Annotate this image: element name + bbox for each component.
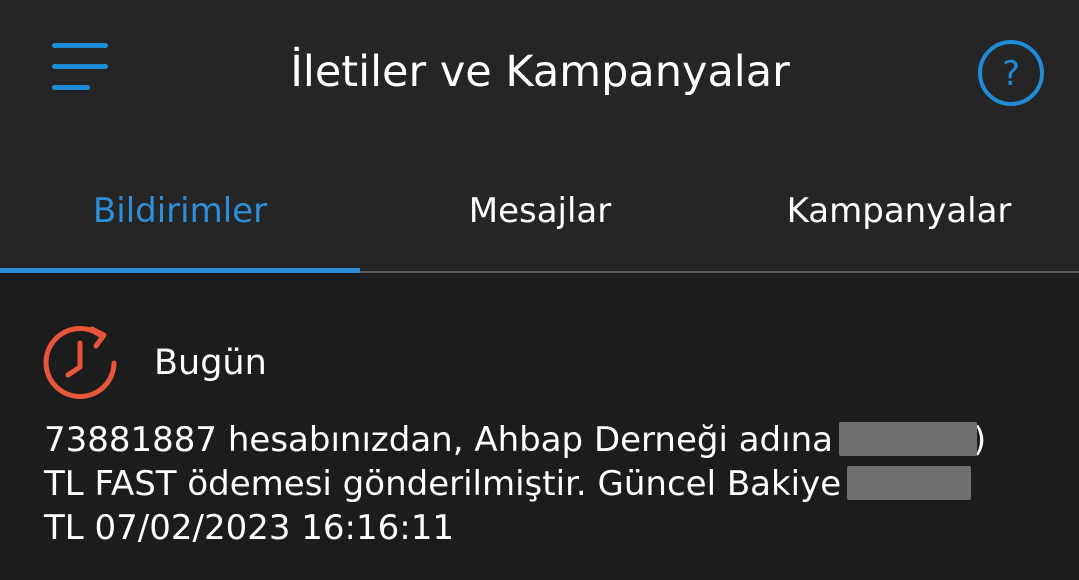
app-screen: İletiler ve Kampanyalar ? Bildirimler Me… [0,0,1079,580]
question-circle-icon: ? [978,40,1044,106]
notification-item[interactable]: 73881887 hesabınızdan, Ahbap Derneği adı… [44,418,1044,550]
active-tab-indicator [0,268,360,273]
page-title: İletiler ve Kampanyalar [290,47,790,97]
svg-text:?: ? [1002,54,1020,94]
tab-mesajlar[interactable]: Mesajlar [360,170,720,252]
help-button[interactable]: ? [976,38,1046,108]
tab-bar: Bildirimler Mesajlar Kampanyalar [0,170,1079,272]
section-label: Bugün [154,343,267,383]
menu-button[interactable] [44,36,116,104]
notification-text-1: 73881887 hesabınızdan, Ahbap Derneği adı… [44,420,833,460]
notification-line-2: TL FAST ödemesi gönderilmiştir. Güncel B… [44,462,1044,506]
notification-text-2: TL FAST ödemesi gönderilmiştir. Güncel B… [44,464,842,504]
tab-bildirimler[interactable]: Bildirimler [0,170,360,252]
notification-line-1: 73881887 hesabınızdan, Ahbap Derneği adı… [44,418,1044,462]
section-header-today: Bugün [42,325,642,401]
tab-kampanyalar[interactable]: Kampanyalar [719,170,1079,252]
redacted-amount [838,421,977,456]
clock-history-icon [43,326,117,399]
redacted-balance [847,465,972,500]
notification-line-3: TL 07/02/2023 16:16:11 [44,508,454,548]
top-bar: İletiler ve Kampanyalar ? Bildirimler Me… [0,0,1079,272]
